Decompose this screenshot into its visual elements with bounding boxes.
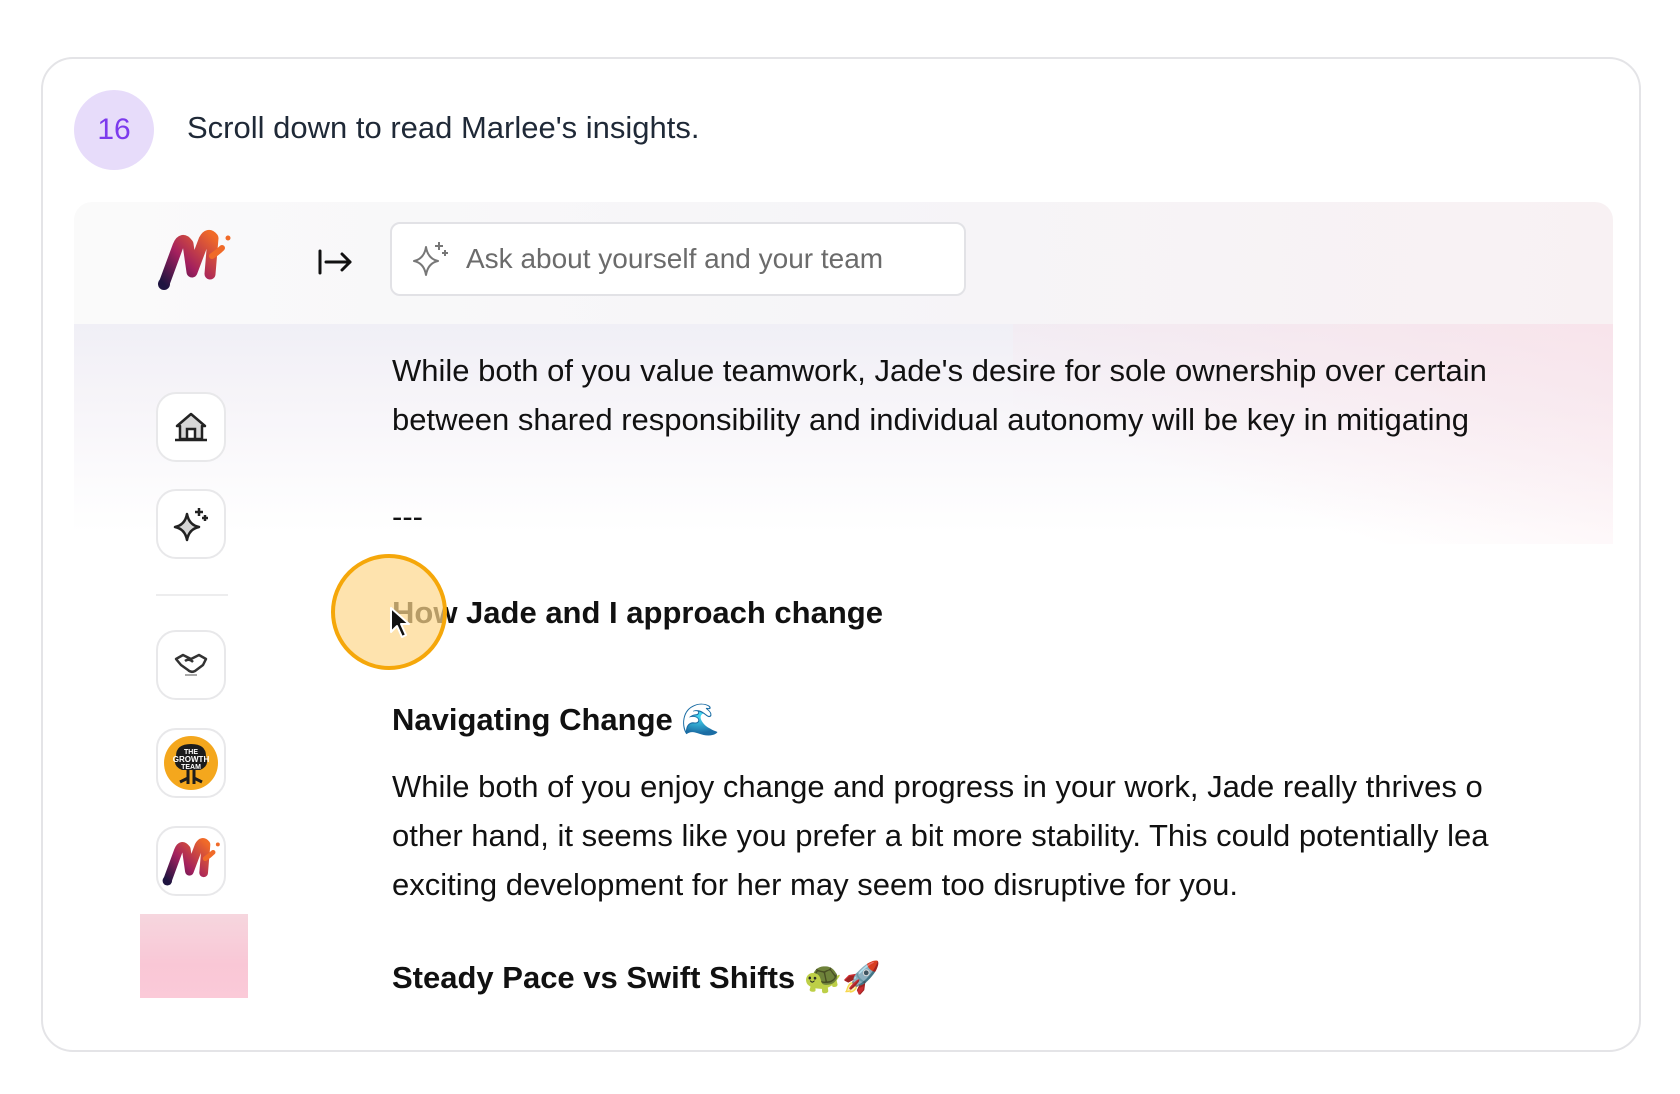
sidebar-item-ask-ai[interactable] — [156, 489, 226, 559]
section-heading: How Jade and I approach change — [392, 595, 883, 630]
ask-search-input[interactable] — [464, 242, 928, 276]
blurred-avatar — [140, 914, 248, 998]
subsection-title: Navigating Change 🌊 — [392, 702, 720, 737]
sparkle-icon — [173, 508, 208, 542]
handshake-icon — [174, 653, 208, 676]
insight-paragraph-line: between shared responsibility and indivi… — [392, 402, 1469, 437]
sidebar-expand-button[interactable] — [314, 242, 358, 282]
insight-paragraph-line: While both of you enjoy change and progr… — [392, 769, 1483, 804]
sparkle-icon — [413, 242, 448, 276]
svg-text:TEAM: TEAM — [181, 764, 201, 771]
subsection-title: Steady Pace vs Swift Shifts 🐢🚀 — [392, 960, 881, 995]
sidebar-item-home[interactable] — [156, 392, 226, 462]
step-instruction: Scroll down to read Marlee's insights. — [187, 110, 700, 145]
sidebar-item-the-growth-team[interactable]: THE GROWTH TEAM — [156, 728, 226, 798]
mouse-cursor-icon — [390, 607, 410, 638]
step-number-badge: 16 — [74, 90, 154, 170]
sidebar-expand-icon — [318, 249, 352, 275]
sidebar-item-collaboration[interactable] — [156, 630, 226, 700]
svg-text:GROWTH: GROWTH — [173, 755, 210, 764]
sidebar-divider — [156, 594, 228, 596]
home-icon — [175, 412, 207, 442]
insight-paragraph-line: While both of you value teamwork, Jade's… — [392, 353, 1487, 388]
marlee-logo-icon[interactable] — [156, 226, 232, 292]
section-divider: --- — [392, 499, 423, 534]
app-screenshot: THE GROWTH TEAM While both of you value … — [74, 202, 1613, 1020]
sidebar-item-marlee[interactable] — [156, 826, 226, 896]
insight-paragraph-line: exciting development for her may seem to… — [392, 867, 1239, 902]
insight-paragraph-line: other hand, it seems like you prefer a b… — [392, 818, 1489, 853]
ask-search-bar[interactable] — [390, 222, 966, 296]
team-logo-icon: THE GROWTH TEAM — [164, 736, 218, 790]
marlee-logo-icon — [162, 838, 220, 886]
top-bar — [74, 202, 1613, 325]
